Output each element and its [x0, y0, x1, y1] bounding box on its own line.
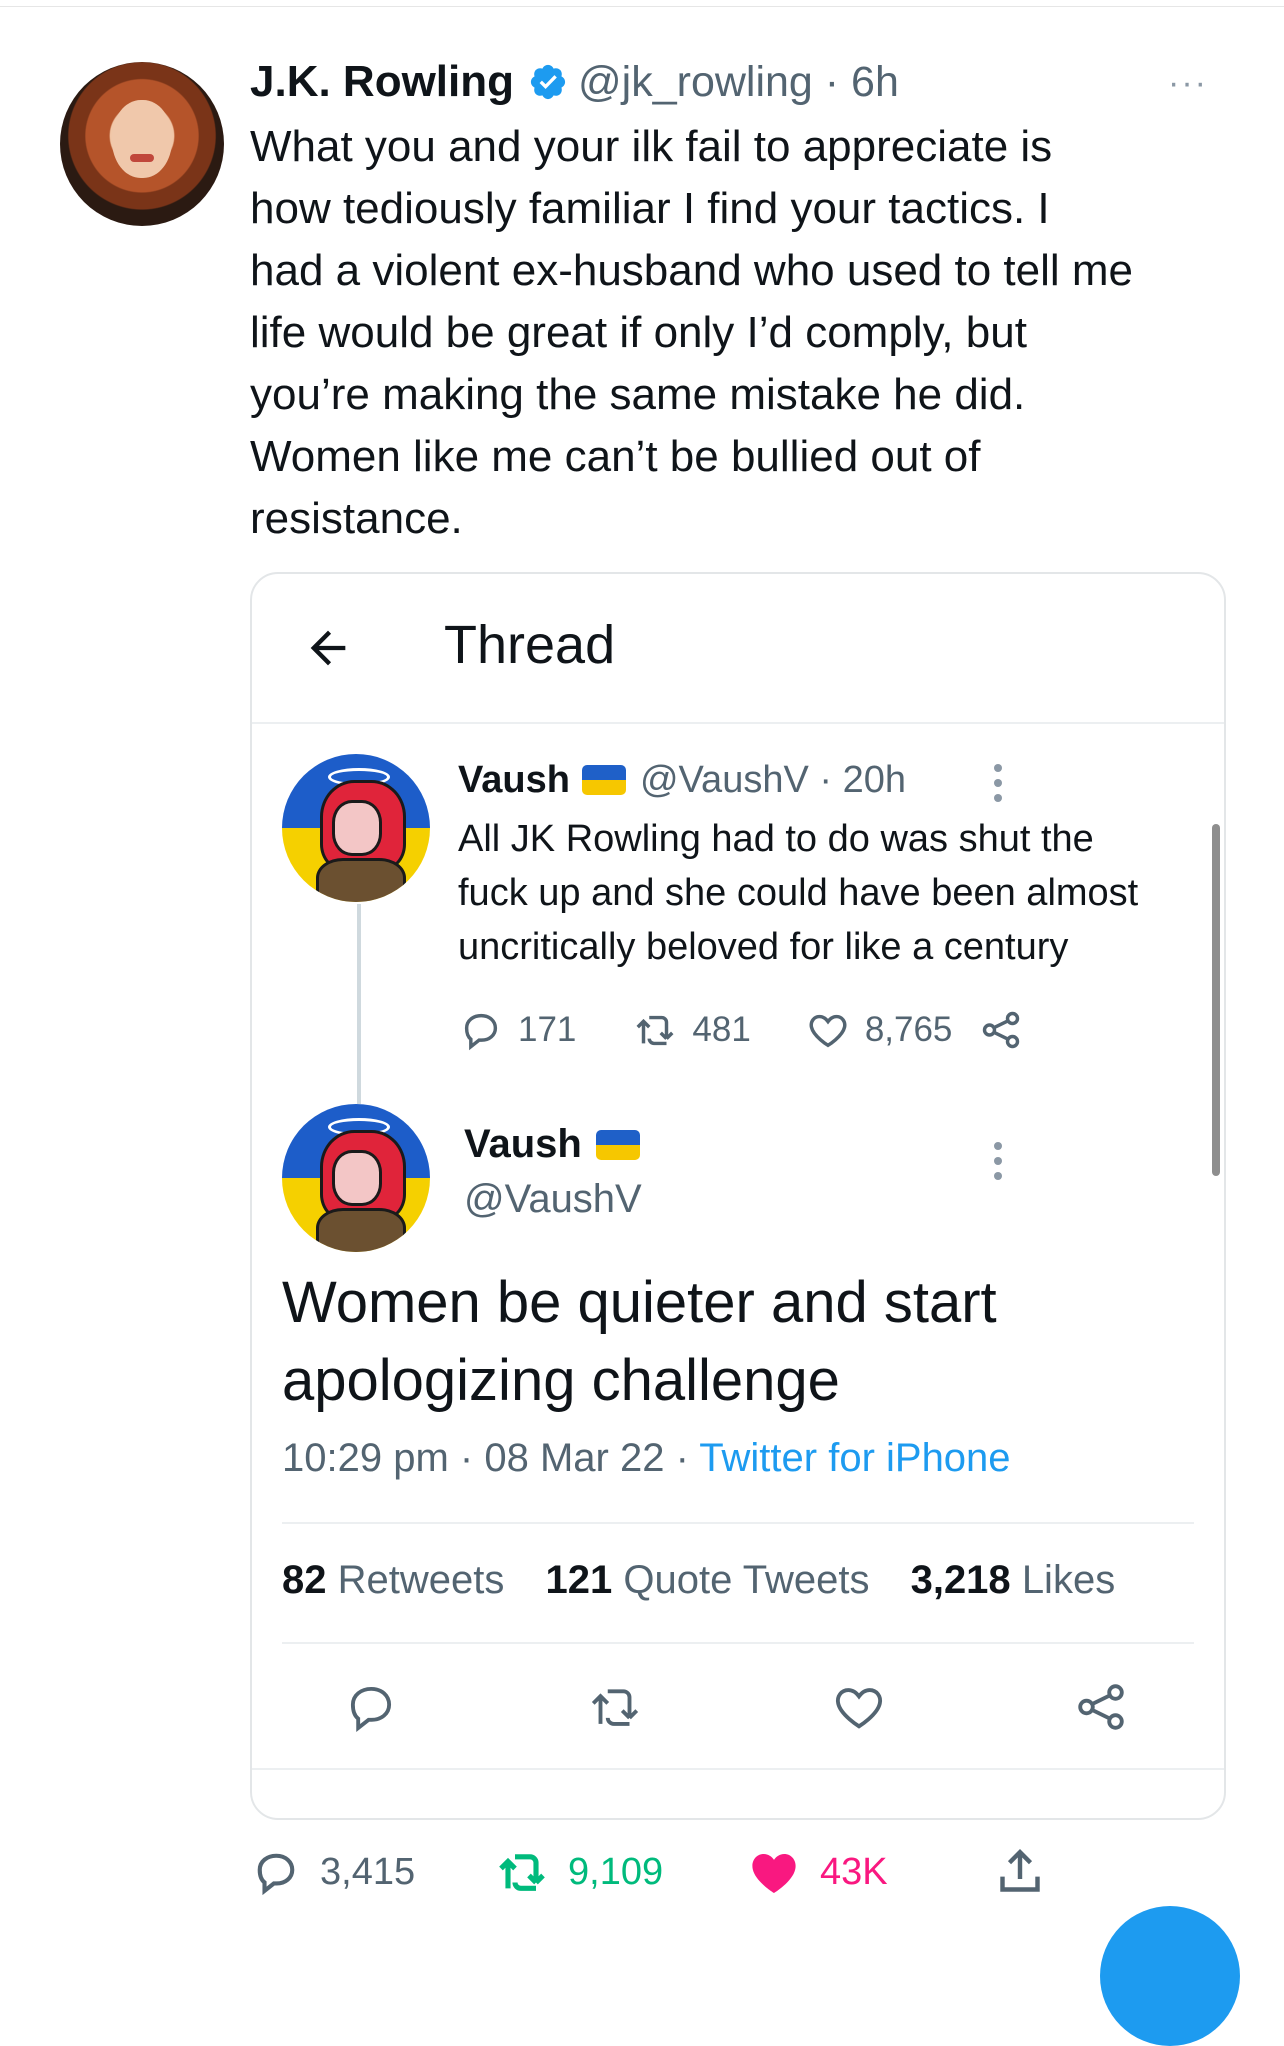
compose-fab-button[interactable] — [1100, 1906, 1240, 2046]
tweet-text: What you and your ilk fail to appreciate… — [250, 116, 1250, 550]
tweet-retweet-button[interactable]: 9,109 — [494, 1842, 663, 1902]
tweet-date[interactable]: 08 Mar 22 — [484, 1436, 664, 1480]
tweet-text-line: how tediously familiar I find your tacti… — [250, 184, 1050, 233]
reply-text-line: uncritically beloved for like a century — [458, 926, 1069, 968]
retweet-icon — [499, 1854, 545, 1891]
tweet-reply-button[interactable]: 3,415 — [250, 1842, 415, 1902]
reply-author-name[interactable]: Vaush — [458, 759, 570, 802]
retweet-icon — [636, 1015, 674, 1046]
avatar-skull — [332, 800, 382, 856]
avatar-skull — [332, 1150, 382, 1206]
divider — [282, 1642, 1194, 1644]
main-more-icon[interactable] — [994, 1142, 1002, 1187]
top-divider — [0, 0, 1284, 7]
tweet-time[interactable]: 10:29 pm — [282, 1436, 449, 1480]
reply-share-button[interactable] — [978, 1007, 1024, 1053]
main-author-name[interactable]: Vaush — [464, 1122, 582, 1167]
ukraine-flag-icon — [581, 765, 626, 795]
scrollbar[interactable] — [1212, 824, 1220, 1176]
main-avatar[interactable] — [282, 1104, 430, 1252]
share-icon — [983, 1011, 1020, 1049]
reply-reply-button[interactable]: 171 — [458, 1007, 576, 1053]
heart-icon[interactable] — [830, 1678, 888, 1736]
reply-retweet-button[interactable]: 481 — [632, 1007, 751, 1053]
main-author-handle[interactable]: @VaushV — [464, 1177, 642, 1222]
reply-count: 171 — [518, 1010, 577, 1049]
retweet-count: 9,109 — [568, 1850, 664, 1893]
retweets-label: Retweets — [337, 1558, 505, 1602]
tweet-text-line: life would be great if only I’d comply, … — [250, 308, 1027, 357]
thread-title: Thread — [444, 615, 616, 675]
reply-actions: 171 481 8,765 — [458, 1002, 1024, 1058]
tweet-header: J.K. Rowling @jk_rowling · 6h — [250, 54, 899, 110]
reply-text: All JK Rowling had to do was shut the fu… — [458, 812, 1198, 974]
heart-filled-icon — [752, 1854, 796, 1893]
quotes-count: 121 — [545, 1558, 613, 1602]
verified-badge-icon — [530, 64, 566, 100]
tweet-meta: 10:29 pm · 08 Mar 22 · Twitter for iPhon… — [282, 1436, 1011, 1480]
reply-handle-time[interactable]: @VaushV · 20h — [640, 759, 906, 802]
thread-connector-line — [357, 904, 361, 1104]
heart-icon — [809, 1014, 847, 1048]
share-icon[interactable] — [1072, 1678, 1130, 1736]
tweet-text-line: What you and your ilk fail to appreciate… — [250, 122, 1053, 171]
like-count: 43K — [820, 1850, 888, 1893]
tweet-share-button[interactable] — [992, 1842, 1048, 1902]
reply-like-button[interactable]: 8,765 — [805, 1007, 953, 1053]
likes-stat[interactable]: 3,218 Likes — [911, 1558, 1116, 1602]
embedded-screenshot[interactable]: Thread Vaush @VaushV · 20h All JK Rowlin… — [250, 572, 1226, 1820]
reply-header: Vaush @VaushV · 20h — [458, 752, 906, 808]
main-author-row: Vaush — [464, 1122, 642, 1167]
reply-icon — [257, 1853, 295, 1896]
reply-icon — [464, 1013, 498, 1051]
main-text-line: apologizing challenge — [282, 1348, 840, 1413]
reply-avatar[interactable] — [282, 754, 430, 902]
quotes-stat[interactable]: 121 Quote Tweets — [546, 1558, 870, 1602]
main-text-line: Women be quieter and start — [282, 1270, 997, 1335]
tweet-text-line: had a violent ex-husband who used to tel… — [250, 246, 1134, 295]
main-tweet-header: Vaush @VaushV — [464, 1122, 642, 1222]
author-name[interactable]: J.K. Rowling — [250, 57, 514, 107]
reply-text-line: All JK Rowling had to do was shut the — [458, 818, 1094, 860]
avatar-lips — [130, 154, 154, 162]
avatar-face — [112, 100, 172, 178]
tweet-text-line: resistance. — [250, 494, 463, 543]
likes-count: 3,218 — [910, 1558, 1011, 1602]
divider — [252, 1768, 1224, 1770]
tweet-text-line: you’re making the same mistake he did. — [250, 370, 1026, 419]
reply-more-icon[interactable] — [994, 764, 1002, 809]
tweet-like-button[interactable]: 43K — [746, 1842, 888, 1902]
ukraine-flag-icon — [595, 1129, 640, 1160]
main-tweet-text: Women be quieter and start apologizing c… — [282, 1264, 1182, 1420]
like-count: 8,765 — [864, 1010, 953, 1049]
author-avatar[interactable] — [60, 62, 224, 226]
author-handle-time[interactable]: @jk_rowling · 6h — [578, 58, 899, 107]
tweet-source-link[interactable]: Twitter for iPhone — [699, 1436, 1010, 1480]
reply-count: 3,415 — [320, 1850, 416, 1893]
retweet-count: 481 — [692, 1010, 751, 1049]
tweet-text-line: Women like me can’t be bullied out of — [250, 432, 981, 481]
quotes-label: Quote Tweets — [623, 1558, 870, 1602]
retweets-stat[interactable]: 82 Retweets — [282, 1558, 504, 1602]
more-options-icon[interactable]: ··· — [1168, 64, 1208, 103]
thread-header: Thread — [252, 574, 1224, 724]
retweets-count: 82 — [282, 1558, 327, 1602]
divider — [282, 1522, 1194, 1524]
likes-label: Likes — [1021, 1558, 1116, 1602]
back-arrow-icon[interactable] — [302, 622, 354, 674]
reply-text-line: fuck up and she could have been almost — [458, 872, 1139, 914]
retweet-icon[interactable] — [586, 1678, 644, 1736]
avatar-coat — [316, 1208, 406, 1252]
engagement-stats: 82 Retweets 121 Quote Tweets 3,218 Likes — [282, 1558, 1115, 1603]
avatar-coat — [316, 858, 406, 902]
upload-share-icon — [1000, 1849, 1040, 1892]
reply-icon[interactable] — [342, 1678, 400, 1736]
